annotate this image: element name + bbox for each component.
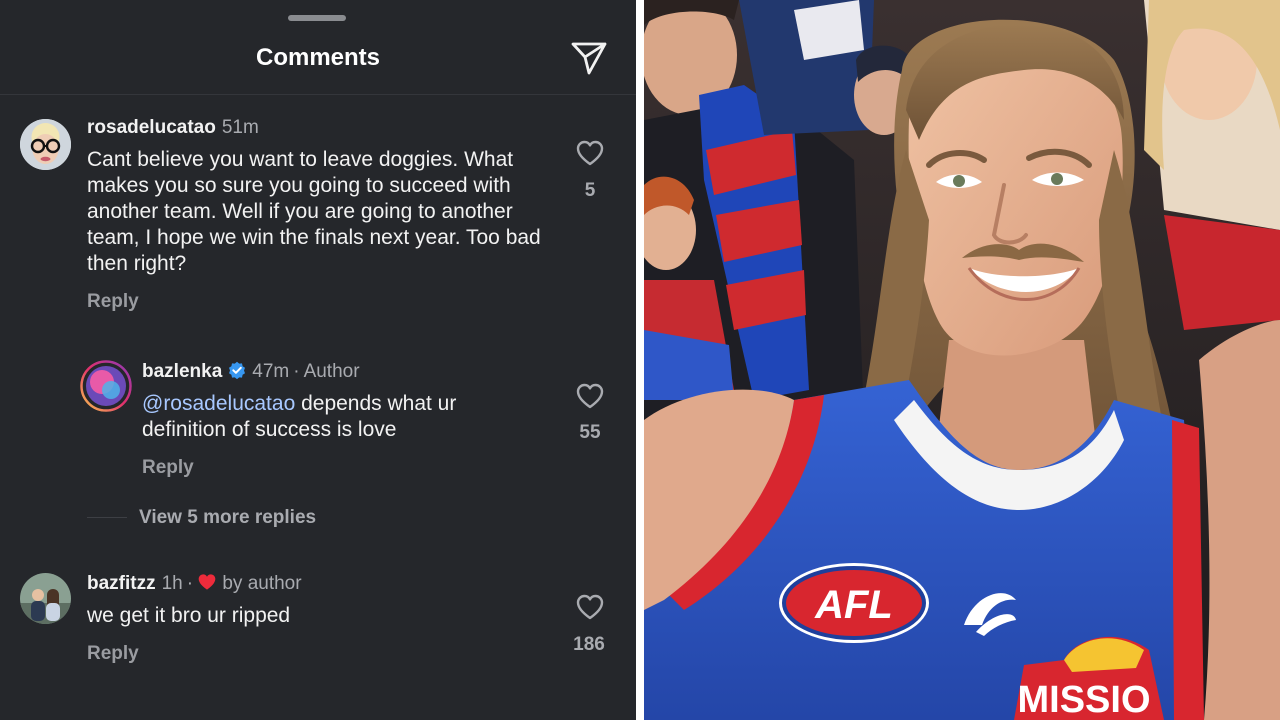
- comment-username[interactable]: bazfitzz: [87, 573, 156, 594]
- comment-text: we get it bro ur ripped: [87, 604, 291, 627]
- avatar[interactable]: [80, 360, 132, 412]
- heart-filled-icon: [197, 573, 217, 597]
- comment-username[interactable]: rosadelucatao: [87, 117, 216, 138]
- heart-icon[interactable]: [576, 140, 604, 166]
- comment-time: 51m: [221, 117, 259, 138]
- like-count: 55: [579, 422, 601, 443]
- heart-icon[interactable]: [576, 383, 604, 409]
- sponsor-text: MISSIO: [1017, 679, 1150, 720]
- like-count: 186: [573, 634, 605, 655]
- heart-icon[interactable]: [576, 594, 604, 620]
- reply-button[interactable]: Reply: [87, 291, 139, 313]
- comment-text: Cant believe you want to leave doggies. …: [87, 148, 541, 275]
- paper-plane-icon[interactable]: [570, 40, 608, 76]
- comment-time: 1h: [161, 573, 183, 594]
- avatar[interactable]: [20, 119, 71, 170]
- reply-button[interactable]: Reply: [87, 643, 139, 665]
- afl-logo-text: AFL: [814, 583, 893, 627]
- comment-time: 47m: [252, 361, 290, 382]
- reply-button[interactable]: Reply: [142, 457, 194, 479]
- avatar[interactable]: [20, 573, 71, 624]
- panel-title: Comments: [255, 44, 381, 71]
- liked-by-author-label: by author: [222, 573, 302, 594]
- comment-text: @rosadelucatao depends what ur definitio…: [142, 391, 542, 443]
- header-divider: [0, 94, 636, 95]
- comment-username[interactable]: bazlenka: [142, 361, 222, 382]
- mention-link[interactable]: @rosadelucatao: [142, 392, 295, 415]
- comment-meta: bazlenka 47m · Author: [142, 361, 360, 385]
- verified-badge-icon: [228, 361, 246, 385]
- drag-handle[interactable]: [288, 15, 346, 21]
- comment-meta: bazfitzz 1h · by author: [87, 573, 302, 597]
- view-more-replies-button[interactable]: View 5 more replies: [139, 507, 316, 529]
- comment-meta: rosadelucatao 51m: [87, 117, 259, 139]
- player-photo: AFL MISSIO: [644, 0, 1280, 720]
- author-tag: Author: [303, 361, 360, 382]
- image-divider: [636, 0, 644, 720]
- thread-line: [87, 517, 127, 518]
- like-count: 5: [584, 180, 596, 201]
- comments-panel: Comments rosadelucatao 51m Cant believe y…: [0, 0, 636, 720]
